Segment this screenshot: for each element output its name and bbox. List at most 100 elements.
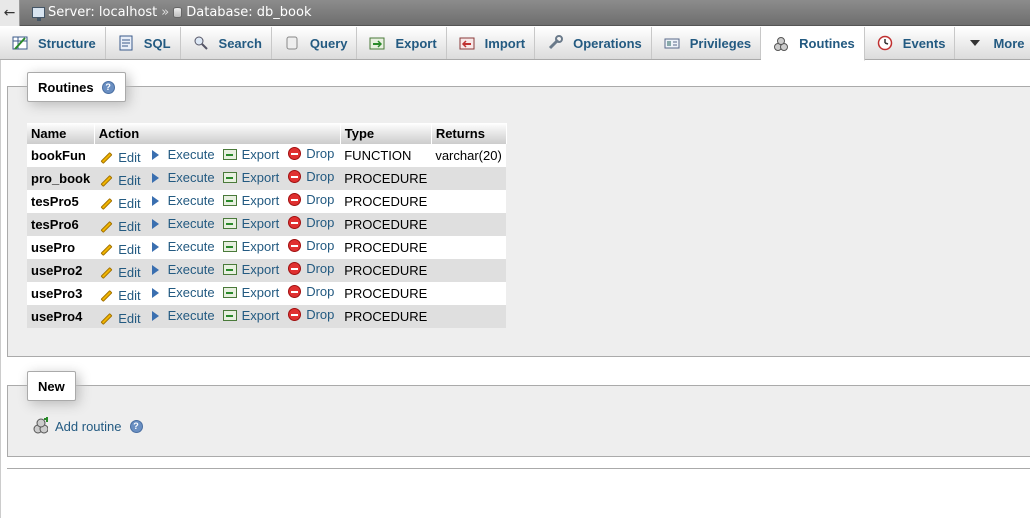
execute-link[interactable]: Execute <box>148 193 215 209</box>
routine-type: PROCEDURE <box>340 259 432 282</box>
drop-label: Drop <box>306 260 335 276</box>
execute-link[interactable]: Execute <box>148 170 215 186</box>
routine-type: PROCEDURE <box>340 282 432 305</box>
tab-privileges[interactable]: Privileges <box>652 27 762 59</box>
column-header-type[interactable]: Type <box>340 123 432 144</box>
execute-label: Execute <box>167 170 215 186</box>
edit-link[interactable]: Edit <box>98 173 141 189</box>
edit-label: Edit <box>118 265 141 281</box>
drop-label: Drop <box>306 306 335 322</box>
drop-link[interactable]: Drop <box>286 168 334 184</box>
pencil-icon <box>98 196 114 212</box>
table-header-row: Name Action Type Returns <box>27 123 507 144</box>
table-row: usePro4 Edit Execute Export Drop PROCEDURE <box>27 305 507 328</box>
page-divider <box>7 468 1030 469</box>
play-icon <box>148 170 164 186</box>
drop-icon <box>286 191 302 207</box>
drop-link[interactable]: Drop <box>286 260 334 276</box>
table-row: usePro2 Edit Execute Export Drop PROCEDURE <box>27 259 507 282</box>
column-header-returns[interactable]: Returns <box>431 123 507 144</box>
export-label: Export <box>241 192 280 208</box>
tab-structure[interactable]: Structure <box>0 27 106 59</box>
drop-icon <box>286 283 302 299</box>
export-link[interactable]: Export <box>222 215 279 231</box>
execute-link[interactable]: Execute <box>148 147 215 163</box>
back-button[interactable]: ← <box>0 0 20 26</box>
table-row: tesPro6 Edit Execute Export Drop PROCEDURE <box>27 213 507 236</box>
edit-link[interactable]: Edit <box>98 219 141 235</box>
tab-sql[interactable]: SQL <box>106 27 181 59</box>
execute-label: Execute <box>167 285 215 301</box>
routine-actions: Edit Execute Export Drop <box>94 282 341 305</box>
breadcrumb-server[interactable]: Server: localhost <box>48 5 157 20</box>
drop-link[interactable]: Drop <box>286 283 334 299</box>
export-link[interactable]: Export <box>222 192 280 208</box>
edit-link[interactable]: Edit <box>98 265 141 281</box>
execute-label: Execute <box>167 193 215 209</box>
edit-link[interactable]: Edit <box>98 311 141 327</box>
export-icon <box>222 169 238 185</box>
export-link[interactable]: Export <box>222 284 280 300</box>
export-link[interactable]: Export <box>222 146 280 162</box>
page-left-border <box>0 60 1 518</box>
edit-link[interactable]: Edit <box>98 196 141 212</box>
breadcrumb-database[interactable]: Database: db_book <box>186 5 311 20</box>
export-icon <box>222 238 238 254</box>
tab-search[interactable]: Search <box>181 27 272 59</box>
execute-link[interactable]: Execute <box>148 308 215 324</box>
drop-link[interactable]: Drop <box>286 214 334 230</box>
routine-returns <box>431 259 507 282</box>
pencil-icon <box>98 150 114 166</box>
table-row: bookFun Edit Execute Export Drop FUNCTION varc… <box>27 144 507 167</box>
tab-routines[interactable]: Routines <box>761 27 865 61</box>
edit-link[interactable]: Edit <box>98 242 141 258</box>
execute-link[interactable]: Execute <box>148 239 215 255</box>
execute-link[interactable]: Execute <box>148 285 215 301</box>
edit-label: Edit <box>118 242 141 258</box>
routine-returns <box>431 305 507 328</box>
search-icon <box>193 35 209 51</box>
drop-link[interactable]: Drop <box>286 145 334 161</box>
export-link[interactable]: Export <box>222 307 279 323</box>
routine-returns <box>431 213 507 236</box>
export-icon <box>222 261 238 277</box>
execute-link[interactable]: Execute <box>148 216 215 232</box>
edit-link[interactable]: Edit <box>98 150 141 166</box>
import-icon <box>459 35 475 51</box>
routine-returns <box>431 236 507 259</box>
drop-link[interactable]: Drop <box>286 306 334 322</box>
execute-link[interactable]: Execute <box>148 262 215 278</box>
routine-name: bookFun <box>27 144 95 167</box>
tab-more[interactable]: More <box>955 27 1030 59</box>
wrench-icon <box>547 35 564 51</box>
server-icon <box>32 7 45 21</box>
help-icon[interactable]: ? <box>101 80 115 94</box>
export-link[interactable]: Export <box>222 169 279 185</box>
tab-import[interactable]: Import <box>447 27 536 59</box>
tab-events[interactable]: Events <box>865 27 956 59</box>
export-label: Export <box>241 284 280 300</box>
drop-link[interactable]: Drop <box>286 191 334 207</box>
help-icon[interactable]: ? <box>129 419 143 433</box>
export-label: Export <box>241 146 280 162</box>
tab-operations[interactable]: Operations <box>535 27 652 59</box>
routine-name: tesPro5 <box>27 190 95 213</box>
drop-label: Drop <box>306 237 335 253</box>
triangle-down-icon <box>967 35 983 51</box>
export-link[interactable]: Export <box>222 261 279 277</box>
drop-link[interactable]: Drop <box>286 237 334 253</box>
routine-name: usePro4 <box>27 305 95 328</box>
routines-table: Name Action Type Returns bookFun Edit Exec… <box>27 123 507 328</box>
pencil-icon <box>98 311 114 327</box>
routine-actions: Edit Execute Export Drop <box>94 213 341 236</box>
execute-label: Execute <box>167 147 215 163</box>
routine-type: PROCEDURE <box>340 236 432 259</box>
drop-icon <box>286 168 302 184</box>
export-link[interactable]: Export <box>222 238 279 254</box>
tab-query[interactable]: Query <box>272 27 358 59</box>
tab-export[interactable]: Export <box>357 27 447 59</box>
column-header-name[interactable]: Name <box>27 123 95 144</box>
add-routine-link[interactable]: Add routine ? <box>32 417 143 434</box>
edit-link[interactable]: Edit <box>98 288 141 304</box>
routine-name: usePro3 <box>27 282 95 305</box>
